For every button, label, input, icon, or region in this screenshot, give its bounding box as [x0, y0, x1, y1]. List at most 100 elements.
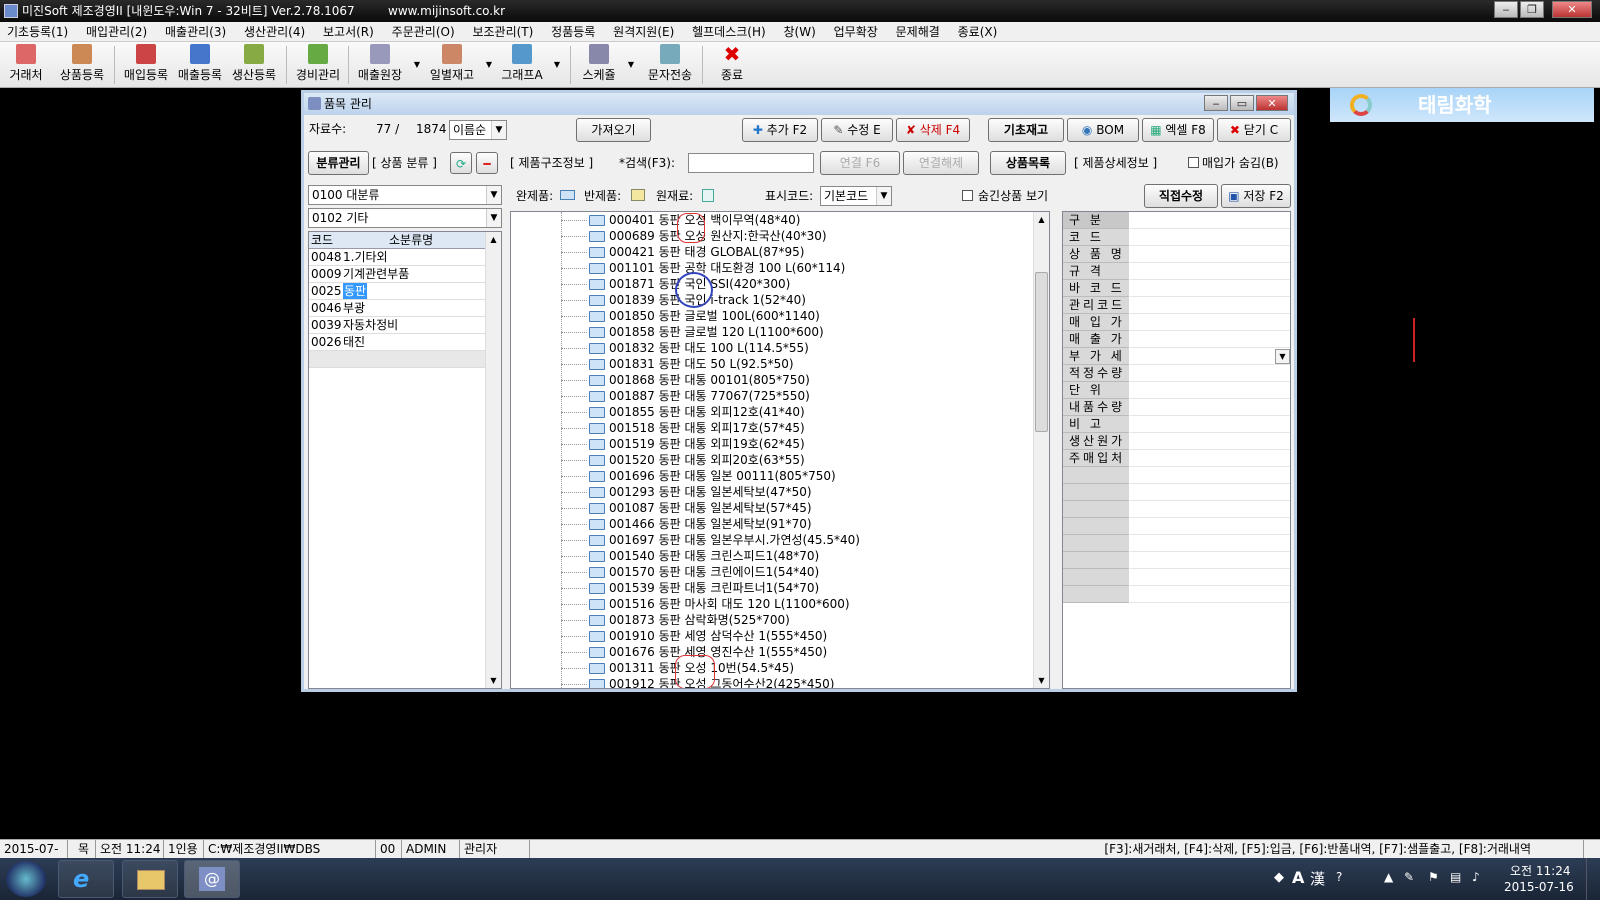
flag-icon[interactable]: ⚑ — [1428, 870, 1439, 884]
show-hidden-icons-icon[interactable]: ▲ — [1384, 870, 1393, 884]
client-button[interactable]: 거래처 — [6, 44, 46, 86]
tree-item[interactable]: 001520 동판 대통 외피20호(63*55) — [511, 452, 1031, 468]
exit-button[interactable]: ✖ 종료 — [714, 44, 750, 86]
restore-button[interactable]: ❐ — [1520, 1, 1544, 18]
tree-item[interactable]: 001839 동판 국인 i-track 1(52*40) — [511, 292, 1031, 308]
dialog-restore-button[interactable]: ▭ — [1230, 95, 1254, 111]
tree-item[interactable]: 001697 동판 대통 일본우부시.가연성(45.5*40) — [511, 532, 1031, 548]
middle-category-select[interactable]: 0102 기타 ▼ — [308, 208, 502, 228]
tree-item[interactable]: 001466 동판 대통 일본세탁보(91*70) — [511, 516, 1031, 532]
table-row[interactable]: 0048 1.기타외 — [309, 249, 501, 266]
vat-dropdown-icon[interactable]: ▼ — [1275, 349, 1290, 364]
tree-item[interactable]: 001850 동판 글로벌 100L(600*1140) — [511, 308, 1031, 324]
menu-helpdesk[interactable]: 헬프데스크(H) — [685, 22, 773, 42]
tree-item[interactable]: 001887 동판 대통 77067(725*550) — [511, 388, 1031, 404]
table-row-selected[interactable]: 0025 동판 — [309, 283, 501, 300]
property-value-field[interactable] — [1130, 229, 1290, 246]
tree-scrollbar[interactable]: ▲ ▼ — [1033, 212, 1049, 688]
unlink-button[interactable]: 연결해제 — [903, 151, 979, 175]
chevron-down-icon[interactable]: ▼ — [486, 209, 501, 227]
clock-date[interactable]: 2015-07-16 — [1504, 880, 1574, 894]
ime-mode-han[interactable]: 漢 — [1310, 868, 1325, 889]
property-value-field[interactable] — [1130, 416, 1290, 433]
pen-icon[interactable]: ✎ — [1404, 870, 1414, 884]
dialog-close-button[interactable]: ✕ — [1256, 95, 1288, 111]
delete-button[interactable]: ✘ 삭제 F4 — [896, 118, 970, 142]
property-value-field[interactable] — [1130, 382, 1290, 399]
tree-item[interactable]: 001832 동판 대도 100 L(114.5*55) — [511, 340, 1031, 356]
menu-remote[interactable]: 원격지원(E) — [606, 22, 681, 42]
scroll-down-icon[interactable]: ▼ — [1034, 673, 1049, 688]
dropdown-arrow-icon[interactable]: ▼ — [554, 60, 560, 69]
direct-edit-button[interactable]: 직접수정 — [1144, 184, 1218, 208]
property-value-field[interactable] — [1130, 246, 1290, 263]
menu-basic[interactable]: 기초등록(1) — [0, 22, 75, 42]
tree-item[interactable]: 001087 동판 대통 일본세탁보(57*45) — [511, 500, 1031, 516]
property-value-field[interactable] — [1130, 518, 1290, 535]
tree-item[interactable]: 001516 동판 마사회 대도 120 L(1100*600) — [511, 596, 1031, 612]
dropdown-arrow-icon[interactable]: ▼ — [628, 60, 634, 69]
tree-item[interactable]: 001696 동판 대통 일본 00111(805*750) — [511, 468, 1031, 484]
fetch-button[interactable]: 가져오기 — [576, 118, 651, 142]
menu-report[interactable]: 보고서(R) — [316, 22, 381, 42]
sales-ledger-button[interactable]: 매출원장 ▼ — [352, 44, 420, 86]
subcategory-scrollbar[interactable]: ▲ ▼ — [485, 232, 501, 688]
menu-aux[interactable]: 보조관리(T) — [465, 22, 540, 42]
network-icon[interactable]: ▤ — [1450, 870, 1461, 884]
sms-button[interactable]: 문자전송 — [642, 44, 698, 86]
start-button[interactable] — [6, 861, 46, 897]
tree-item[interactable]: 001912 동판 오성 그동어수산2(425*450) — [511, 676, 1031, 688]
ie-taskbar-button[interactable]: e — [58, 860, 114, 898]
tree-item[interactable]: 001311 동판 오성 10번(54.5*45) — [511, 660, 1031, 676]
tree-item[interactable]: 001101 동판 공학 대도환경 100 L(60*114) — [511, 260, 1031, 276]
property-value-field[interactable] — [1130, 501, 1290, 518]
sales-register-button[interactable]: 매출등록 — [174, 44, 226, 86]
close-dialog-button[interactable]: ✖ 닫기 C — [1217, 118, 1291, 142]
property-value-field[interactable] — [1130, 365, 1290, 382]
clock-time[interactable]: 오전 11:24 — [1510, 862, 1570, 879]
show-desktop-button[interactable] — [1586, 858, 1600, 900]
property-value-field[interactable] — [1130, 348, 1290, 365]
table-row[interactable]: 0026 태진 — [309, 334, 501, 351]
production-register-button[interactable]: 생산등록 — [228, 44, 280, 86]
menu-purchase[interactable]: 매입관리(2) — [79, 22, 154, 42]
menu-window[interactable]: 창(W) — [777, 22, 823, 42]
tree-item[interactable]: 001873 동판 삼락화명(525*700) — [511, 612, 1031, 628]
display-code-select[interactable]: 기본코드 ▼ — [820, 186, 892, 206]
property-value-field[interactable] — [1130, 569, 1290, 586]
table-row-empty[interactable] — [309, 351, 501, 368]
base-stock-button[interactable]: 기초재고 — [988, 118, 1064, 142]
tree-item[interactable]: 001871 동판 국인 SSI(420*300) — [511, 276, 1031, 292]
scroll-thumb[interactable] — [1035, 272, 1048, 432]
tree-item[interactable]: 001519 동판 대통 외피19호(62*45) — [511, 436, 1031, 452]
tree-item[interactable]: 001858 동판 글로벌 120 L(1100*600) — [511, 324, 1031, 340]
chevron-down-icon[interactable]: ▼ — [491, 121, 506, 139]
chevron-down-icon[interactable]: ▼ — [876, 187, 891, 205]
purchase-register-button[interactable]: 매입등록 — [120, 44, 172, 86]
table-row[interactable]: 0046 부광 — [309, 300, 501, 317]
tree-item[interactable]: 001570 동판 대통 크린에이드1(54*40) — [511, 564, 1031, 580]
major-category-select[interactable]: 0100 대분류 ▼ — [308, 185, 502, 205]
show-hidden-checkbox[interactable] — [962, 190, 973, 201]
ime-mode-a[interactable]: A — [1292, 868, 1304, 887]
chevron-down-icon[interactable]: ▼ — [486, 186, 501, 204]
tree-item[interactable]: 001676 동판 세영 영진수산 1(555*450) — [511, 644, 1031, 660]
dropdown-arrow-icon[interactable]: ▼ — [486, 60, 492, 69]
minimize-button[interactable]: ‒ — [1494, 1, 1518, 18]
hide-purchase-checkbox[interactable] — [1188, 157, 1199, 168]
menu-extension[interactable]: 업무확장 — [827, 22, 885, 42]
property-value-field[interactable] — [1130, 450, 1290, 467]
save-button[interactable]: ▣ 저장 F2 — [1221, 184, 1291, 208]
property-value-field[interactable] — [1130, 586, 1290, 603]
tree-item[interactable]: 001540 동판 대통 크린스피드1(48*70) — [511, 548, 1031, 564]
edit-button[interactable]: ✎ 수정 E — [821, 118, 893, 142]
graph-button[interactable]: 그래프A ▼ — [496, 44, 560, 86]
property-value-field[interactable] — [1130, 484, 1290, 501]
tree-item[interactable]: 001855 동판 대통 외피12호(41*40) — [511, 404, 1031, 420]
scroll-up-icon[interactable]: ▲ — [486, 232, 501, 247]
tree-item[interactable]: 001868 동판 대통 00101(805*750) — [511, 372, 1031, 388]
tree-item[interactable]: 001831 동판 대도 50 L(92.5*50) — [511, 356, 1031, 372]
help-icon[interactable]: ? — [1336, 870, 1342, 884]
menu-order[interactable]: 주문관리(O) — [385, 22, 462, 42]
menu-sales[interactable]: 매출관리(3) — [158, 22, 233, 42]
